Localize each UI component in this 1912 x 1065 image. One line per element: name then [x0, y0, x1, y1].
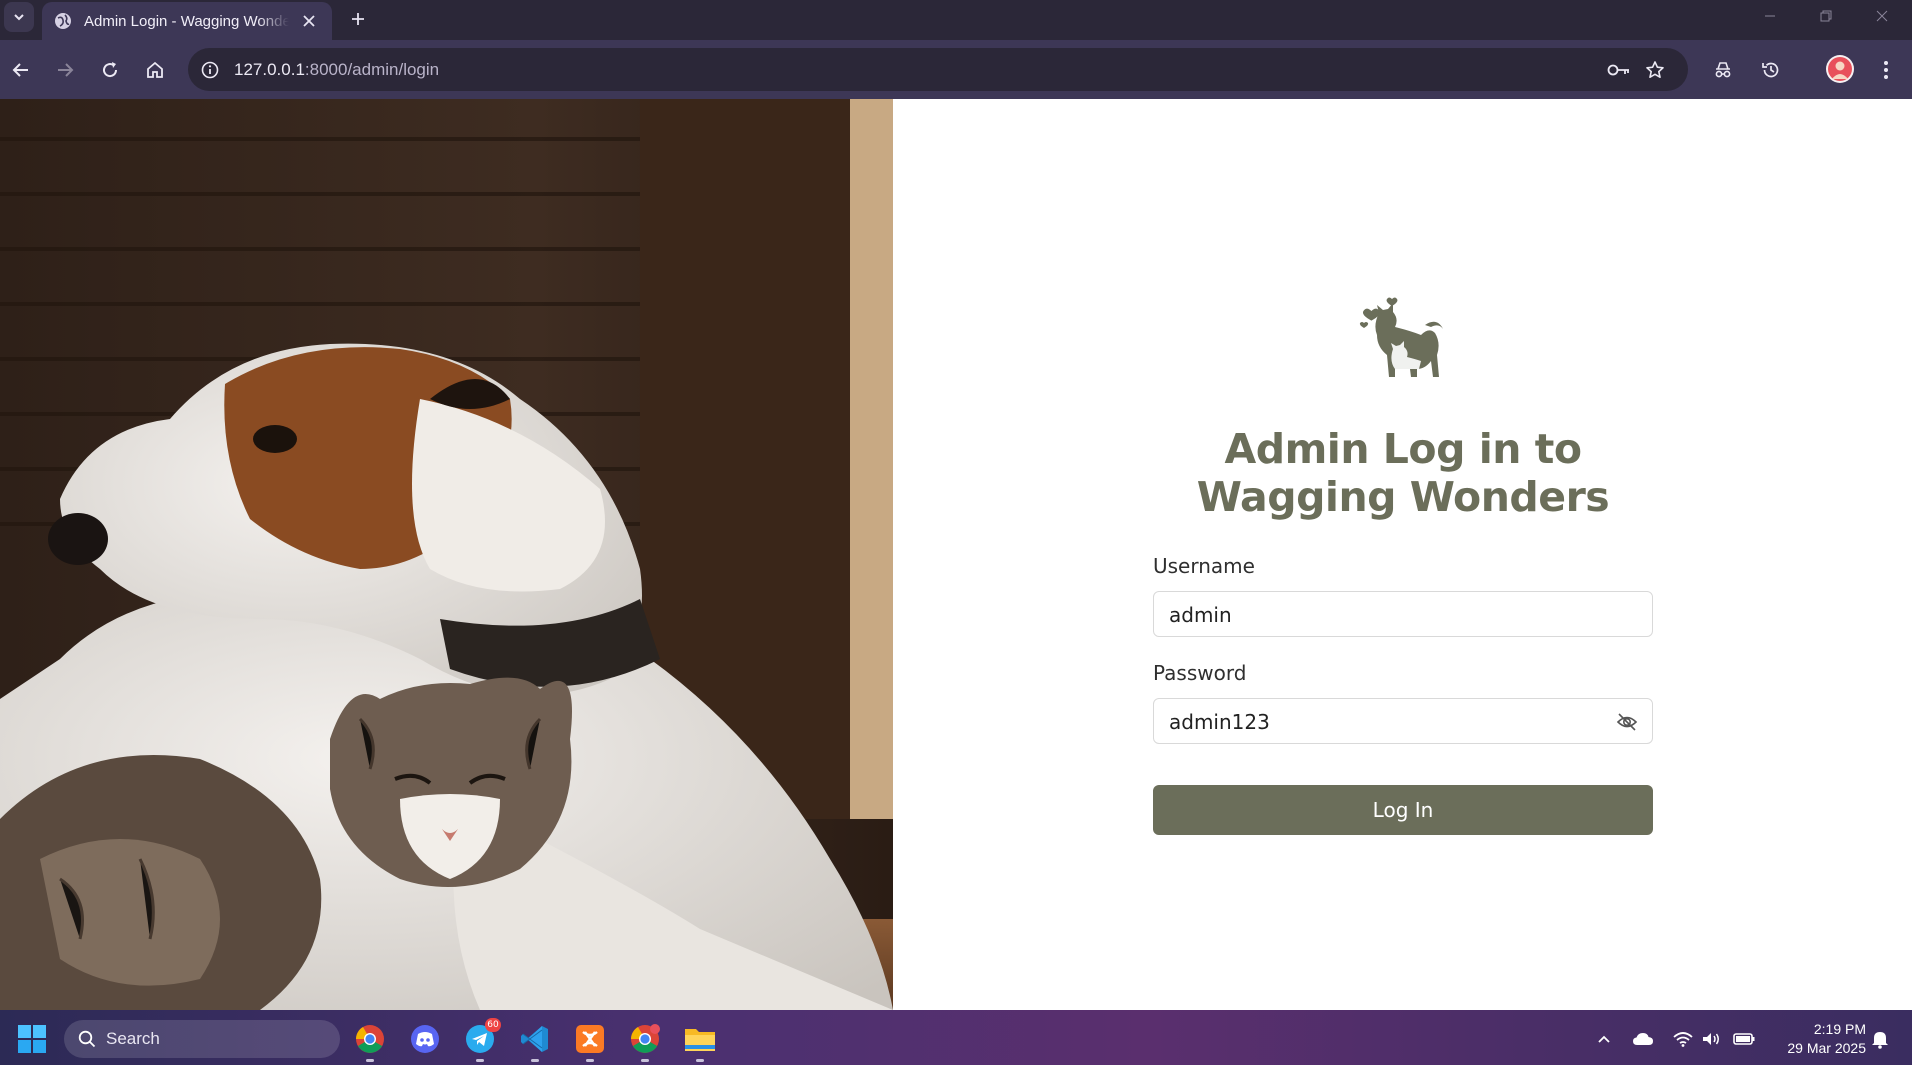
info-icon	[201, 61, 219, 79]
battery-tray[interactable]	[1733, 1028, 1755, 1050]
minimize-icon	[1765, 15, 1775, 17]
cloud-icon	[1633, 1033, 1653, 1045]
search-label: Search	[106, 1029, 160, 1048]
folder-icon	[685, 1029, 715, 1051]
page-title-line-1: Admin Log in to	[1224, 425, 1582, 473]
page-title: Admin Log in to Wagging Wonders	[1093, 425, 1713, 521]
paws-logo-icon	[1359, 297, 1443, 377]
back-icon	[12, 63, 28, 77]
volume-tray[interactable]	[1700, 1028, 1722, 1050]
username-value: admin	[1169, 603, 1232, 627]
tab-strip: Admin Login - Wagging Wonders	[0, 0, 1912, 40]
close-icon	[1876, 10, 1888, 22]
windows-taskbar: Search 60 2:19 PM 29 Mar 2025	[0, 1010, 1912, 1065]
bookmark-button[interactable]	[1642, 57, 1668, 83]
reload-icon	[103, 62, 118, 78]
browser-menu-button[interactable]	[1870, 54, 1902, 86]
windows-start-icon[interactable]	[18, 1025, 46, 1053]
login-panel: Admin Log in to Wagging Wonders Username…	[893, 99, 1912, 1010]
taskbar-clock[interactable]: 2:19 PM 29 Mar 2025	[1770, 1020, 1866, 1058]
back-button[interactable]	[4, 53, 38, 87]
home-button[interactable]	[138, 53, 172, 87]
wifi-icon	[1673, 1032, 1693, 1047]
kebab-menu-icon	[1884, 61, 1888, 79]
reload-button[interactable]	[93, 53, 127, 87]
address-bar[interactable]: 127.0.0.1:8000/admin/login	[188, 48, 1688, 91]
key-icon	[1607, 64, 1629, 76]
password-label: Password	[1153, 661, 1247, 685]
close-icon	[303, 15, 315, 27]
chevron-up-icon	[1598, 1035, 1610, 1043]
taskbar-telegram[interactable]: 60	[461, 1018, 501, 1062]
tray-overflow-button[interactable]	[1593, 1028, 1615, 1050]
url-host: 127.0.0.1	[234, 60, 305, 79]
vscode-icon	[521, 1026, 548, 1052]
restore-button[interactable]	[1798, 0, 1854, 32]
taskbar-chrome[interactable]	[351, 1020, 389, 1062]
url-text[interactable]: 127.0.0.1:8000/admin/login	[234, 60, 439, 80]
xampp-icon	[576, 1025, 604, 1053]
taskbar-chrome-profile[interactable]	[626, 1020, 664, 1062]
username-label: Username	[1153, 554, 1255, 578]
volume-icon	[1703, 1033, 1719, 1045]
history-button[interactable]	[1755, 54, 1787, 86]
taskbar-file-explorer[interactable]	[681, 1020, 719, 1062]
notification-icon	[1872, 1032, 1888, 1049]
profile-avatar[interactable]	[1826, 55, 1854, 83]
plus-icon	[352, 13, 364, 25]
password-field[interactable]: admin123	[1153, 698, 1653, 744]
hero-photo-dog-and-cat	[0, 99, 893, 1010]
page-title-line-2: Wagging Wonders	[1196, 473, 1610, 521]
login-button[interactable]: Log In	[1153, 785, 1653, 835]
password-value: admin123	[1169, 710, 1270, 734]
taskbar-search[interactable]: Search	[64, 1020, 340, 1058]
tab-search-button[interactable]	[4, 2, 34, 32]
chrome-icon	[356, 1025, 384, 1053]
url-path: :8000/admin/login	[304, 60, 440, 79]
forward-button[interactable]	[48, 53, 82, 87]
wifi-tray[interactable]	[1672, 1028, 1694, 1050]
extensions-icon	[1715, 62, 1731, 78]
new-tab-button[interactable]	[343, 4, 373, 34]
browser-toolbar: 127.0.0.1:8000/admin/login	[0, 40, 1912, 99]
tab-list-icon	[14, 14, 24, 21]
history-icon	[1762, 62, 1779, 78]
incognito-extensions-button[interactable]	[1707, 54, 1739, 86]
minimize-button[interactable]	[1742, 0, 1798, 32]
forward-icon	[58, 63, 74, 77]
notification-center-button[interactable]	[1869, 1028, 1891, 1050]
taskbar-xampp[interactable]	[571, 1020, 609, 1062]
chrome-icon	[631, 1024, 660, 1053]
passwords-button[interactable]	[1606, 57, 1632, 83]
restore-icon	[1820, 10, 1832, 22]
star-icon	[1646, 61, 1664, 78]
discord-icon	[411, 1025, 439, 1053]
battery-icon	[1733, 1033, 1755, 1045]
username-field[interactable]: admin	[1153, 591, 1653, 637]
taskbar-vscode[interactable]	[516, 1020, 554, 1062]
tab-title: Admin Login - Wagging Wonders	[84, 12, 289, 30]
clock-date: 29 Mar 2025	[1787, 1040, 1866, 1056]
home-icon	[147, 61, 163, 78]
taskbar-discord[interactable]	[406, 1020, 444, 1058]
close-tab-button[interactable]	[298, 10, 320, 32]
close-window-button[interactable]	[1854, 0, 1910, 32]
page-content: Admin Log in to Wagging Wonders Username…	[0, 99, 1912, 1010]
site-info-button[interactable]	[198, 58, 222, 82]
eye-off-icon[interactable]	[1616, 711, 1638, 733]
search-icon	[78, 1030, 96, 1048]
globe-icon	[55, 13, 71, 29]
clock-time: 2:19 PM	[1813, 1021, 1866, 1037]
active-tab[interactable]: Admin Login - Wagging Wonders	[42, 2, 332, 40]
onedrive-tray[interactable]	[1632, 1028, 1654, 1050]
telegram-unread-badge: 60	[485, 1018, 501, 1032]
